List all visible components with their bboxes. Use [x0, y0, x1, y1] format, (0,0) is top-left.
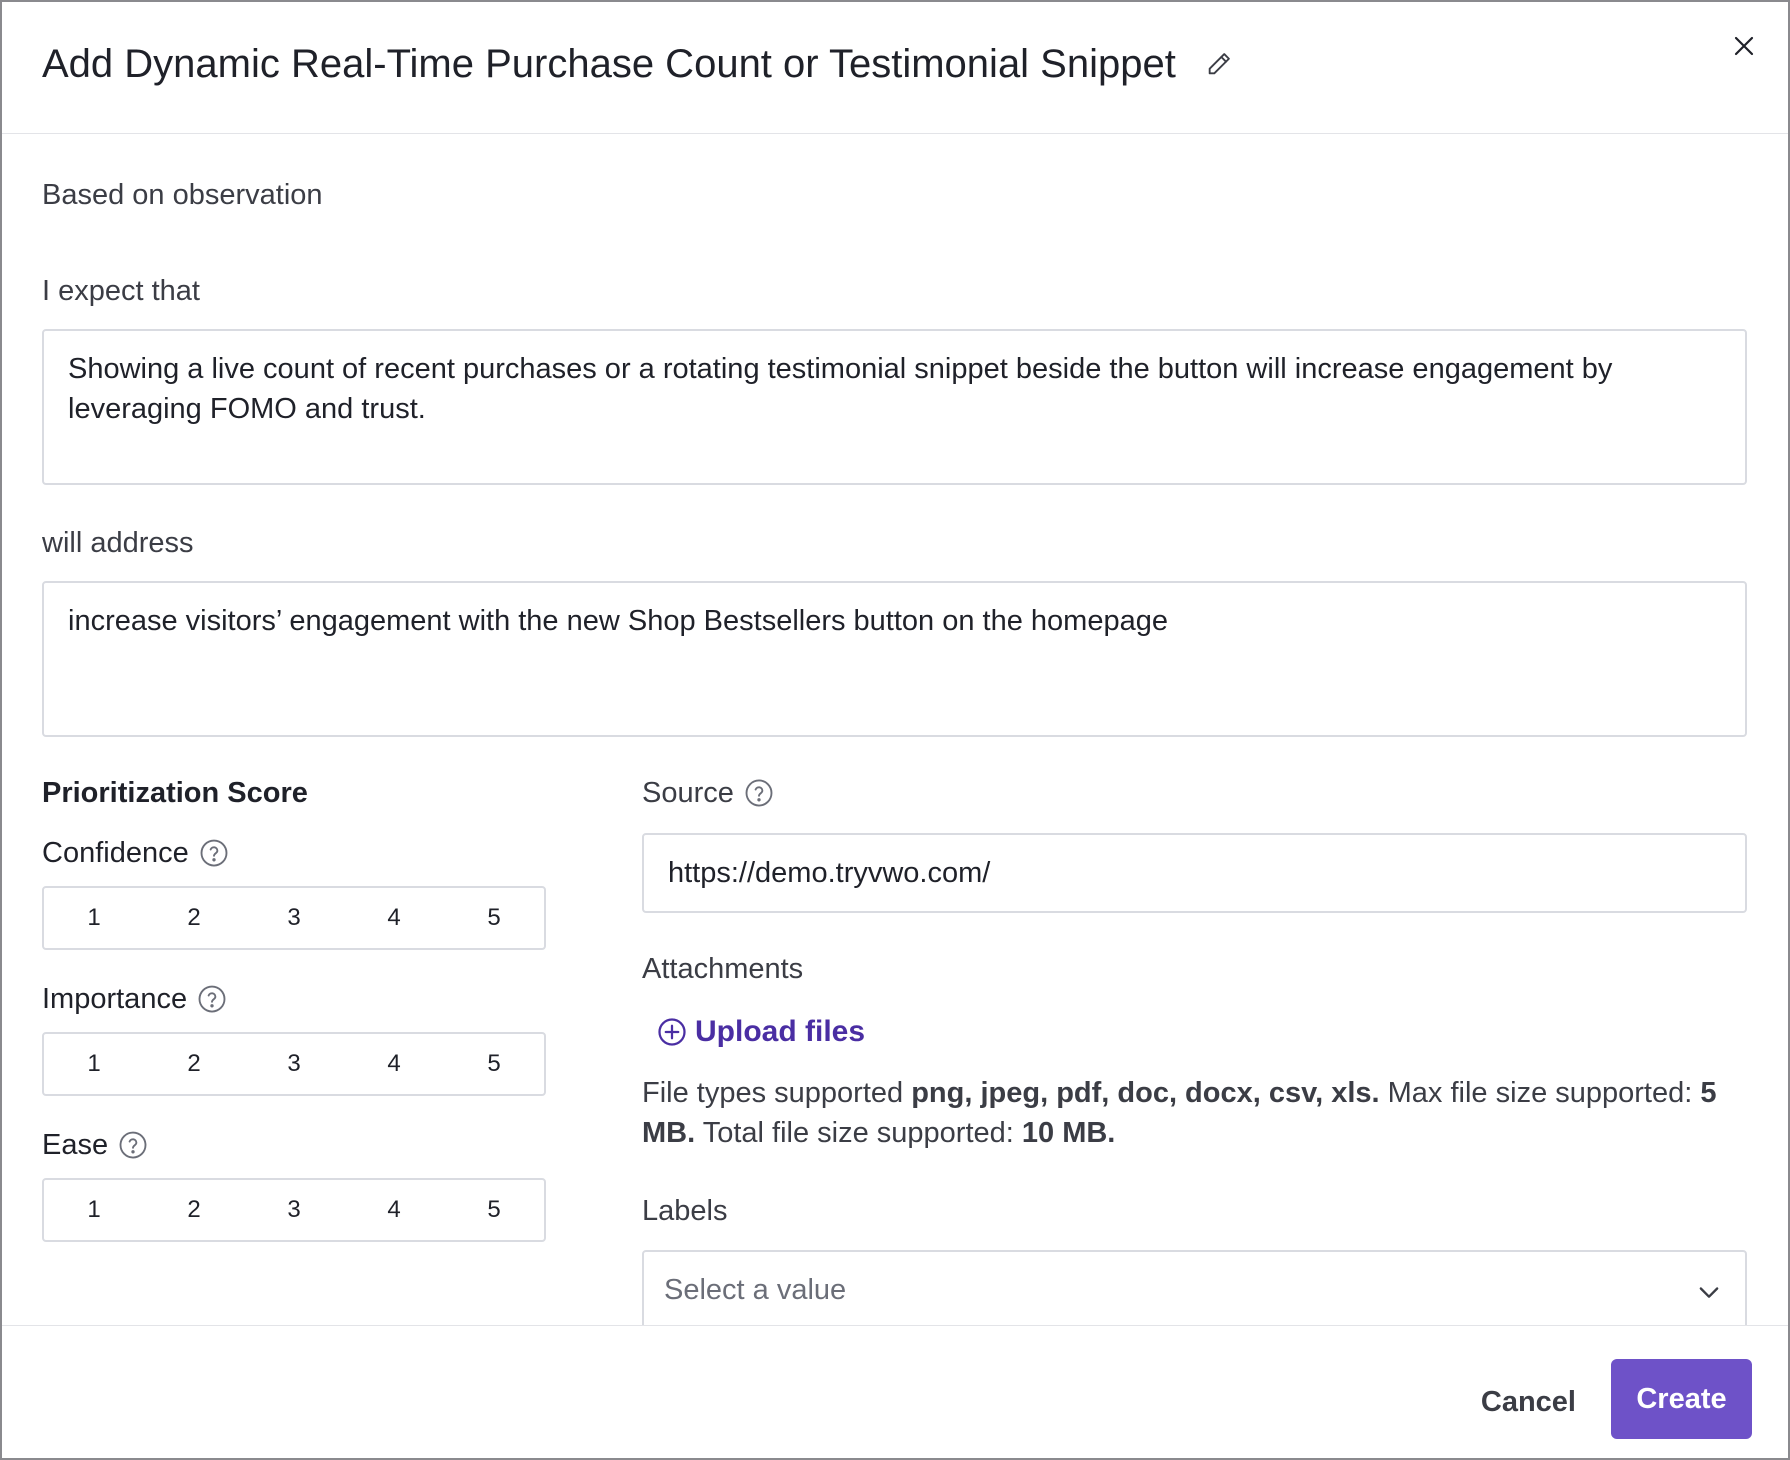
file-types-list: png, jpeg, pdf, doc, docx, csv, xls. [911, 1077, 1380, 1109]
confidence-option-5[interactable]: 5 [444, 888, 544, 948]
help-icon[interactable] [197, 984, 227, 1014]
address-label: will address [42, 527, 194, 559]
expect-label: I expect that [42, 275, 200, 307]
importance-score-selector: 1 2 3 4 5 [42, 1032, 546, 1096]
file-types-prefix: File types supported [642, 1077, 912, 1109]
labels-placeholder: Select a value [664, 1274, 847, 1306]
create-button[interactable]: Create [1611, 1359, 1752, 1439]
dialog-header: Add Dynamic Real-Time Purchase Count or … [2, 2, 1788, 134]
total-size-value: 10 MB. [1021, 1117, 1116, 1149]
total-size-prefix: Total file size supported: [695, 1117, 1022, 1149]
ease-option-5[interactable]: 5 [444, 1180, 544, 1240]
importance-option-5[interactable]: 5 [444, 1034, 544, 1094]
ease-label: Ease [42, 1129, 109, 1161]
prioritization-title: Prioritization Score [42, 777, 308, 809]
confidence-option-2[interactable]: 2 [144, 888, 244, 948]
confidence-label-row: Confidence [42, 833, 229, 873]
observation-label: Based on observation [42, 179, 323, 211]
importance-option-2[interactable]: 2 [144, 1034, 244, 1094]
help-icon[interactable] [118, 1130, 148, 1160]
importance-label-row: Importance [42, 979, 227, 1019]
ease-label-row: Ease [42, 1125, 148, 1165]
plus-circle-icon [657, 1017, 687, 1047]
source-label-row: Source [642, 773, 774, 813]
help-icon[interactable] [744, 778, 774, 808]
labels-label: Labels [642, 1195, 728, 1227]
source-label: Source [642, 777, 734, 809]
ease-option-3[interactable]: 3 [244, 1180, 344, 1240]
dialog-title: Add Dynamic Real-Time Purchase Count or … [42, 42, 1176, 86]
ease-option-1[interactable]: 1 [44, 1180, 144, 1240]
confidence-option-4[interactable]: 4 [344, 888, 444, 948]
expect-textarea[interactable]: Showing a live count of recent purchases… [42, 329, 1747, 485]
importance-option-4[interactable]: 4 [344, 1034, 444, 1094]
ease-option-2[interactable]: 2 [144, 1180, 244, 1240]
max-size-prefix: Max file size supported: [1379, 1077, 1701, 1109]
ease-option-4[interactable]: 4 [344, 1180, 444, 1240]
dialog-footer: Cancel Create [2, 1325, 1788, 1458]
close-icon [1734, 36, 1754, 56]
importance-label: Importance [42, 983, 188, 1015]
upload-files-label: Upload files [695, 1015, 866, 1048]
confidence-label: Confidence [42, 837, 189, 869]
create-hypothesis-dialog: Add Dynamic Real-Time Purchase Count or … [0, 0, 1790, 1460]
confidence-score-selector: 1 2 3 4 5 [42, 886, 546, 950]
labels-select[interactable]: Select a value [642, 1250, 1747, 1325]
source-url-input[interactable]: https://demo.tryvwo.com/ [642, 833, 1747, 913]
ease-score-selector: 1 2 3 4 5 [42, 1178, 546, 1242]
pencil-icon [1208, 53, 1230, 75]
file-types-info: File types supported png, jpeg, pdf, doc… [642, 1073, 1747, 1153]
title-row: Add Dynamic Real-Time Purchase Count or … [42, 36, 1236, 92]
dialog-body: Based on observation I expect that Showi… [2, 135, 1788, 1325]
confidence-option-1[interactable]: 1 [44, 888, 144, 948]
cancel-button[interactable]: Cancel [1457, 1362, 1600, 1442]
help-icon[interactable] [199, 838, 229, 868]
importance-option-1[interactable]: 1 [44, 1034, 144, 1094]
address-textarea[interactable]: increase visitors’ engagement with the n… [42, 581, 1747, 737]
chevron-down-icon [1699, 1287, 1719, 1298]
close-button[interactable] [1726, 28, 1762, 64]
edit-title-button[interactable] [1202, 47, 1236, 81]
upload-files-button[interactable]: Upload files [657, 1012, 865, 1052]
attachments-label: Attachments [642, 953, 804, 985]
importance-option-3[interactable]: 3 [244, 1034, 344, 1094]
confidence-option-3[interactable]: 3 [244, 888, 344, 948]
